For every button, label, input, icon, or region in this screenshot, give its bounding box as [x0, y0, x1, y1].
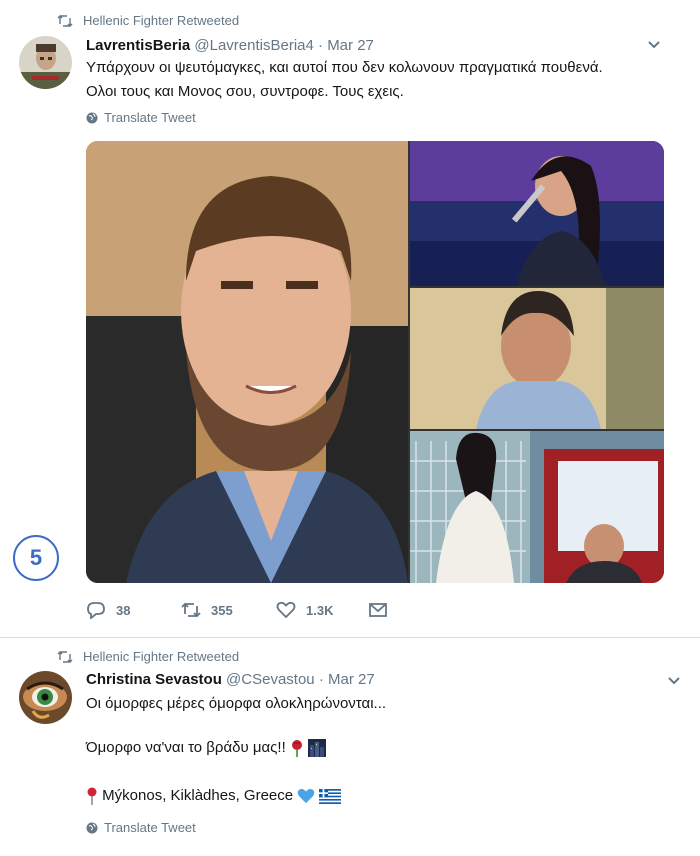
media-photo-main[interactable] [86, 141, 408, 583]
globe-icon [86, 822, 98, 833]
cityscape-emoji [308, 739, 327, 758]
chevron-down-icon[interactable] [667, 676, 681, 686]
number-badge: 5 [13, 535, 59, 581]
tweet-text-line-1: Οι όμορφες μέρες όμορφα ολοκληρώνονται..… [86, 695, 387, 712]
greece-flag-emoji [319, 788, 342, 804]
globe-icon [86, 112, 98, 123]
tweet-actions: 38 355 1.3K [86, 598, 388, 622]
media-photo-bottom-right[interactable] [410, 431, 664, 583]
translate-label: Translate Tweet [104, 110, 196, 125]
tweet-location-text: Mýkonos, Kiklàdhes, Greece [102, 787, 294, 804]
retweet-action[interactable]: 355 [181, 601, 276, 619]
author-name[interactable]: LavrentisBeria [86, 37, 190, 54]
author-handle[interactable]: @LavrentisBeria4 [194, 37, 313, 54]
retweet-icon [57, 650, 73, 663]
separator-dot: · [318, 37, 324, 54]
blue-heart-emoji [298, 789, 315, 804]
author-name[interactable]: Christina Sevastou [86, 671, 222, 688]
pin-emoji [87, 787, 97, 806]
tweet-header: Christina Sevastou @CSevastou · Mar 27 [86, 671, 375, 688]
tweet-date[interactable]: Mar 27 [328, 671, 375, 688]
translate-label: Translate Tweet [104, 820, 196, 835]
retweet-context-label: Hellenic Fighter Retweeted [83, 649, 240, 664]
tweet-text-line-2-row: Όμορφο να'ναι το βράδυ μας!! [86, 736, 327, 760]
reply-count: 38 [116, 602, 131, 618]
avatar[interactable] [19, 36, 72, 89]
like-action[interactable]: 1.3K [276, 601, 368, 619]
tweet-date[interactable]: Mar 27 [327, 37, 374, 54]
direct-message-action[interactable] [368, 601, 388, 619]
retweet-icon [181, 602, 201, 618]
author-handle[interactable]: @CSevastou [226, 671, 315, 688]
chevron-down-icon[interactable] [647, 40, 661, 50]
avatar[interactable] [19, 671, 72, 724]
like-count: 1.3K [306, 602, 334, 618]
tweet-header: LavrentisBeria @LavrentisBeria4 · Mar 27 [86, 37, 374, 54]
retweet-context: Hellenic Fighter Retweeted [57, 649, 239, 664]
tweet-card-1[interactable]: Hellenic Fighter Retweeted LavrentisBeri… [0, 0, 700, 638]
tweet-text-line-1: Υπάρχουν οι ψευτόμαγκες, και αυτοί που δ… [86, 59, 603, 76]
tweet-text-line-2: Ολοι τους και Μονος σου, συντροφε. Τους … [86, 83, 404, 100]
rose-emoji [291, 740, 302, 758]
reply-icon [87, 602, 105, 619]
heart-icon [276, 601, 296, 619]
retweet-icon [57, 14, 73, 27]
reply-action[interactable]: 38 [86, 601, 181, 619]
retweet-context: Hellenic Fighter Retweeted [57, 13, 239, 28]
translate-tweet-link[interactable]: Translate Tweet [86, 820, 196, 835]
message-icon [369, 603, 387, 617]
tweet-card-2[interactable]: Hellenic Fighter Retweeted Christina Sev… [0, 638, 700, 856]
media-photo-top-right[interactable] [410, 141, 664, 286]
tweet-text-line-2: Όμορφο να'ναι το βράδυ μας!! [86, 739, 286, 756]
translate-tweet-link[interactable]: Translate Tweet [86, 110, 196, 125]
separator-dot: · [318, 671, 324, 688]
tweet-text-line-3-row: Mýkonos, Kiklàdhes, Greece [86, 784, 342, 808]
retweet-context-label: Hellenic Fighter Retweeted [83, 13, 240, 28]
retweet-count: 355 [211, 602, 233, 618]
tweet-media-collage[interactable] [86, 141, 664, 583]
media-photo-middle-right[interactable] [410, 288, 664, 429]
